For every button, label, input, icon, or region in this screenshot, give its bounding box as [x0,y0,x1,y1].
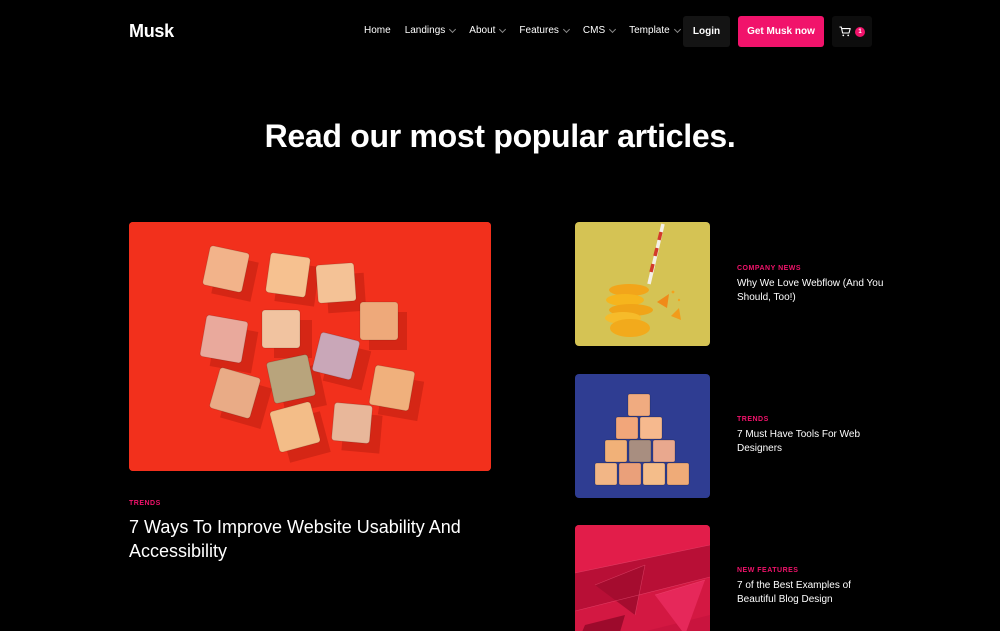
cart-button[interactable]: 1 [832,16,872,47]
chevron-down-icon [562,25,570,33]
nav-item-landings[interactable]: Landings [404,25,457,36]
logo[interactable]: Musk [129,21,174,42]
chevron-down-icon [449,25,457,33]
chevron-down-icon [673,25,681,33]
article-category[interactable]: COMPANY NEWS [737,265,801,272]
article-image[interactable] [575,525,710,631]
nav-item-label: About [469,25,496,36]
chevron-down-icon [609,25,617,33]
red-facets-image [575,525,710,631]
top-navigation: Musk Home Landings About Features CMS Te… [0,0,1000,64]
page-title: Read our most popular articles. [264,118,736,154]
article-title[interactable]: Why We Love Webflow (And You Should, Too… [737,277,887,305]
cart-count-badge: 1 [855,26,865,37]
login-button[interactable]: Login [683,16,730,47]
orange-slices-image [575,222,710,346]
nav-item-label: Template [629,25,670,36]
article-title[interactable]: 7 Must Have Tools For Web Designers [737,428,887,456]
nav-item-home[interactable]: Home [364,25,391,36]
nav-item-about[interactable]: About [469,25,507,36]
main-menu: Home Landings About Features CMS Templat… [364,25,694,36]
nav-item-label: CMS [582,25,606,36]
nav-item-label: Features [519,25,559,36]
get-musk-button[interactable]: Get Musk now [738,16,824,47]
nav-item-template[interactable]: Template [629,25,681,36]
article-category[interactable]: NEW FEATURES [737,567,798,574]
nav-item-label: Home [364,25,391,36]
nav-item-features[interactable]: Features [519,25,570,36]
wooden-blocks-image [129,222,491,471]
featured-article-title[interactable]: 7 Ways To Improve Website Usability And … [129,515,489,563]
nav-item-cms[interactable]: CMS [582,25,617,36]
featured-article-image[interactable] [129,222,491,471]
block-pyramid-image [575,374,710,498]
article-image[interactable] [575,374,710,498]
article-title[interactable]: 7 of the Best Examples of Beautiful Blog… [737,579,887,607]
article-category[interactable]: TRENDS [737,416,769,423]
featured-article-category[interactable]: TRENDS [129,500,161,507]
article-image[interactable] [575,222,710,346]
chevron-down-icon [499,25,507,33]
cart-icon [839,26,851,37]
nav-item-label: Landings [404,25,446,36]
